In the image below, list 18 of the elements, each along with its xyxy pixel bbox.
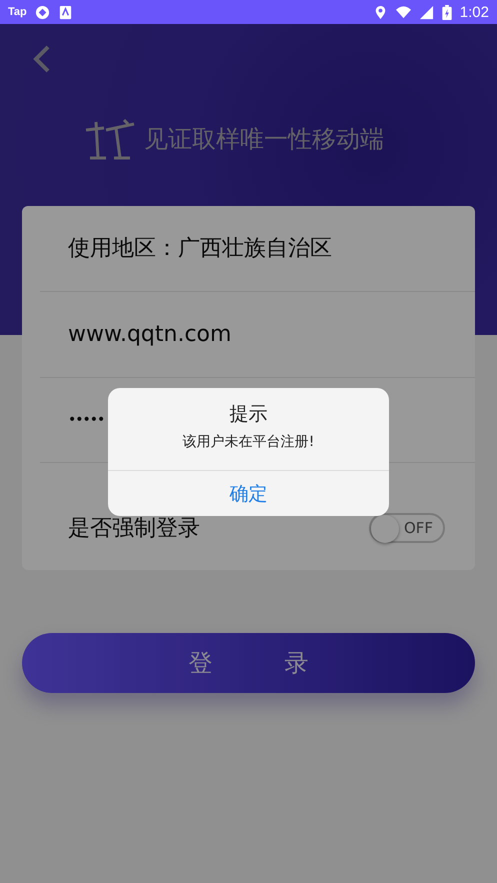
battery-icon xyxy=(442,4,452,20)
clock: 1:02 xyxy=(460,4,489,20)
input-field[interactable]: www.qqtn.com xyxy=(68,322,232,347)
dialog-message: 该用户未在平台注册! xyxy=(182,433,314,451)
toggle-switch[interactable]: OFF xyxy=(369,512,445,543)
app-label: Tap xyxy=(8,6,27,18)
toggle-label: 是否强制登录 xyxy=(68,514,200,543)
input-field[interactable]: 使用地区：广西壮族自治区 xyxy=(68,233,332,264)
login-button[interactable]: 登 录 xyxy=(22,633,475,693)
back-icon[interactable] xyxy=(32,44,52,74)
sync-icon xyxy=(34,4,50,20)
app-title: 见证取样唯一性移动端 xyxy=(144,124,384,155)
app-icon xyxy=(58,4,73,20)
signal-icon xyxy=(418,4,434,20)
password-field[interactable]: ••••• xyxy=(68,412,104,428)
wifi-icon xyxy=(396,4,411,20)
dialog-title: 提示 xyxy=(230,402,268,427)
confirm-button[interactable]: 确定 xyxy=(108,470,389,516)
